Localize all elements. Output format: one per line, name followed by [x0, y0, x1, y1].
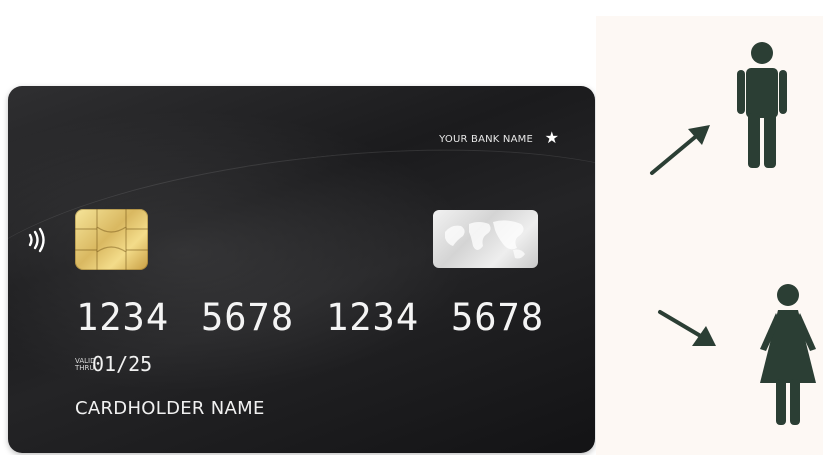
bank-name: YOUR BANK NAME — [439, 134, 533, 145]
arrow-down-right-icon — [658, 310, 716, 346]
chip-icon — [75, 209, 148, 270]
card-number-group-2: 5678 — [201, 296, 295, 339]
card-number-group-1: 1234 — [76, 296, 170, 339]
card-number-group-3: 1234 — [326, 296, 420, 339]
star-icon: ★ — [544, 128, 559, 147]
man-icon — [737, 42, 787, 168]
valid-label-line2: THRU — [75, 364, 95, 372]
card-number: 1234 5678 1234 5678 — [76, 296, 576, 339]
valid-thru-label: VALID THRU — [75, 358, 95, 372]
hologram-icon — [433, 210, 538, 268]
arrow-up-right-icon — [650, 125, 710, 175]
cardholder-name: CARDHOLDER NAME — [75, 398, 265, 419]
credit-card: YOUR BANK NAME ★ 1234 5678 1234 5678 VAL… — [8, 86, 595, 453]
figures-panel — [596, 16, 823, 455]
contactless-icon — [28, 227, 45, 253]
expiry-date: 01/25 — [92, 352, 153, 376]
woman-icon — [760, 284, 816, 425]
card-number-group-4: 5678 — [451, 296, 545, 339]
stage: YOUR BANK NAME ★ 1234 5678 1234 5678 VAL… — [0, 0, 823, 455]
